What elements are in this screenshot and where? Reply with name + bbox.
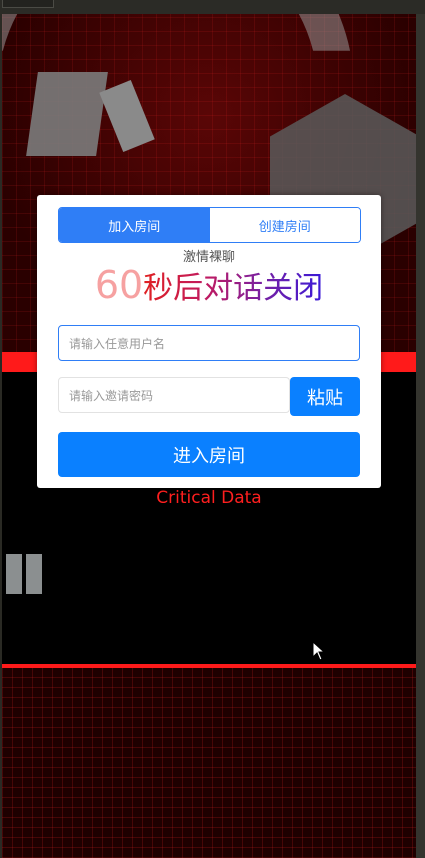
countdown-text: 秒后对话关闭 <box>143 271 324 306</box>
toolbar-tab-stub[interactable] <box>2 0 54 8</box>
join-room-dialog: 加入房间 创建房间 激情裸聊 60秒后对话关闭 请输入任意用户名 请输入邀请密码… <box>37 195 381 488</box>
room-mode-tabs: 加入房间 创建房间 <box>58 207 361 243</box>
pause-icon-right[interactable] <box>26 554 42 594</box>
countdown-notice: 60秒后对话关闭 <box>37 263 381 315</box>
tab-join-room[interactable]: 加入房间 <box>59 208 210 242</box>
username-input[interactable]: 请输入任意用户名 <box>58 325 360 361</box>
tab-create-room[interactable]: 创建房间 <box>209 208 360 242</box>
top-toolbar <box>0 0 425 14</box>
enter-room-button[interactable]: 进入房间 <box>58 432 360 477</box>
countdown-number: 60 <box>94 263 144 307</box>
right-gutter <box>416 14 425 858</box>
invite-password-input[interactable]: 请输入邀请密码 <box>58 377 290 413</box>
background-block-shape <box>26 72 108 156</box>
background-caption: Critical Data <box>156 488 262 508</box>
pause-icon-left[interactable] <box>6 554 22 594</box>
background-bottom-grid <box>2 668 416 858</box>
paste-button[interactable]: 粘贴 <box>290 377 360 416</box>
